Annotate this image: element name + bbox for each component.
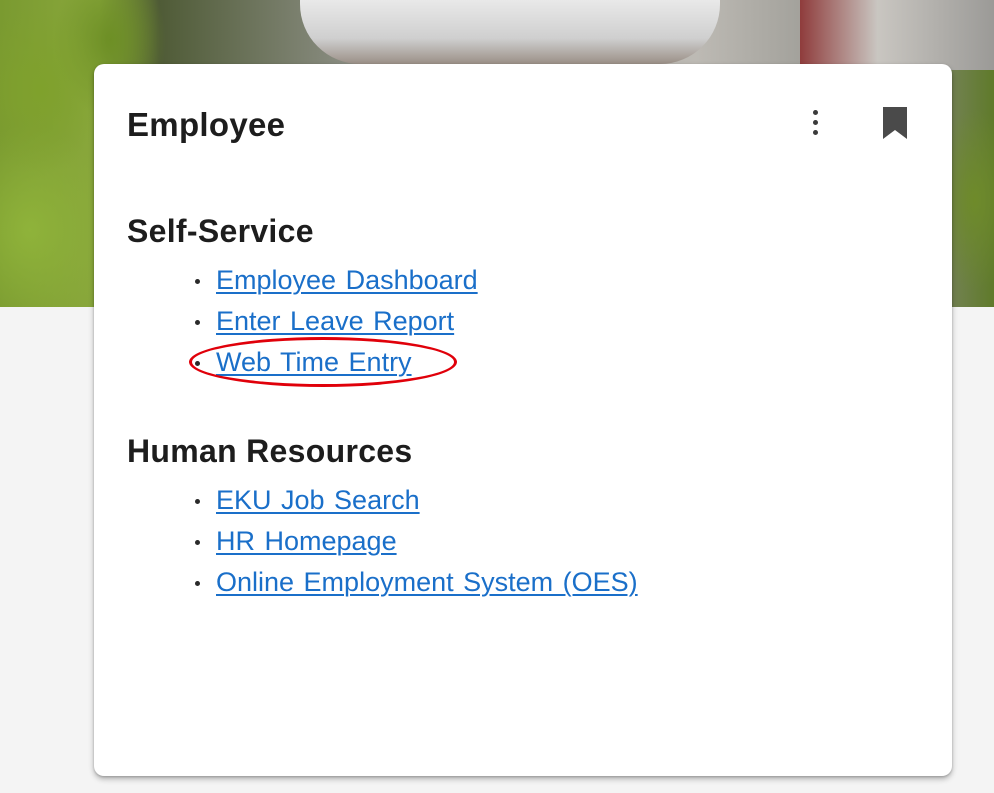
bullet-icon [195,320,200,325]
hero-figure [300,0,720,64]
more-vertical-icon-dot [812,129,818,135]
more-vertical-icon-dot [812,119,818,125]
online-employment-system-link[interactable]: Online Employment System (OES) [216,567,638,597]
bullet-icon [195,540,200,545]
bullet-icon [195,361,200,366]
employee-card: Employee Self-Service Employee Dashboard… [94,64,952,776]
list-item: HR Homepage [189,523,638,564]
hero-building [800,0,994,70]
self-service-link-list: Employee Dashboard Enter Leave Report We… [189,262,478,385]
bullet-icon [195,279,200,284]
human-resources-link-list: EKU Job Search HR Homepage Online Employ… [189,482,638,605]
section-heading-self-service: Self-Service [127,213,314,249]
enter-leave-report-link[interactable]: Enter Leave Report [216,306,454,336]
card-title: Employee [127,106,286,143]
list-item: Online Employment System (OES) [189,564,638,605]
more-options-button[interactable] [802,104,828,140]
list-item: EKU Job Search [189,482,638,523]
bookmark-button[interactable] [882,106,908,140]
bullet-icon [195,581,200,586]
section-heading-human-resources: Human Resources [127,433,413,469]
hr-homepage-link[interactable]: HR Homepage [216,526,397,556]
web-time-entry-link[interactable]: Web Time Entry [216,347,412,377]
eku-job-search-link[interactable]: EKU Job Search [216,485,420,515]
more-vertical-icon [812,109,818,115]
bullet-icon [195,499,200,504]
bookmark-icon [883,107,907,139]
list-item: Web Time Entry [189,344,478,385]
list-item: Enter Leave Report [189,303,478,344]
list-item: Employee Dashboard [189,262,478,303]
employee-dashboard-link[interactable]: Employee Dashboard [216,265,478,295]
